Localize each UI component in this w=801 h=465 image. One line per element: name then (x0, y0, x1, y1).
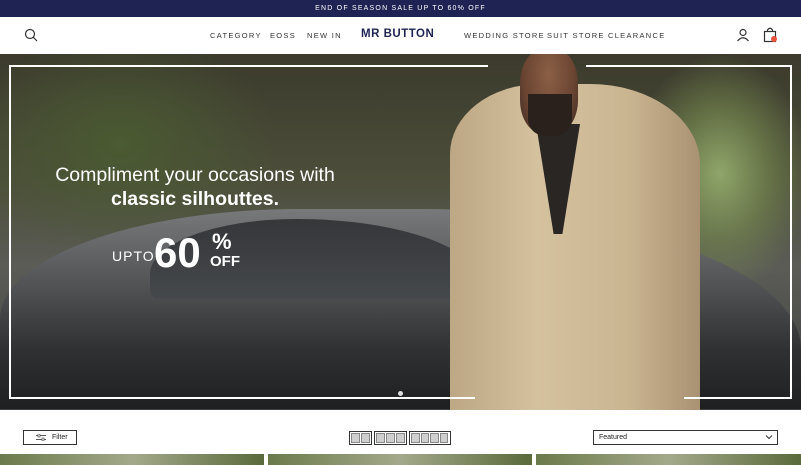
grid-cell (386, 433, 395, 443)
nav-wedding-store[interactable]: WEDDING STORE (464, 31, 545, 40)
frame-line (9, 65, 11, 399)
off-label: OFF (210, 253, 240, 270)
grid-cell (411, 433, 420, 443)
nav-suit-store[interactable]: SUIT STORE (547, 31, 605, 40)
search-icon[interactable] (24, 28, 38, 42)
account-icon[interactable] (736, 28, 750, 42)
grid-cell (351, 433, 360, 443)
upto-label: UPTO (112, 248, 155, 264)
grid-2-button[interactable] (349, 431, 372, 445)
nav-new-in[interactable]: NEW IN (307, 31, 342, 40)
grid-cell (430, 433, 439, 443)
hero-banner[interactable]: Compliment your occasions with classic s… (0, 54, 801, 410)
brand-logo[interactable]: MR BUTTON (361, 28, 434, 40)
product-card[interactable] (536, 454, 801, 465)
cart-badge (771, 36, 777, 42)
frame-line (790, 65, 792, 399)
frame-line (9, 65, 488, 67)
grid-4-button[interactable] (409, 431, 451, 445)
product-card[interactable] (268, 454, 532, 465)
site-header: CATEGORY EOSS NEW IN MR BUTTON WEDDING S… (0, 17, 801, 54)
headline-line1: Compliment your occasions with (55, 164, 335, 186)
frame-line (9, 397, 475, 399)
grid-cell (361, 433, 370, 443)
chevron-down-icon (765, 435, 773, 440)
grid-cell (396, 433, 405, 443)
percent-sign: % (212, 229, 232, 254)
grid-3-button[interactable] (374, 431, 407, 445)
headline-line2: classic silhouttes. (111, 188, 279, 210)
sort-select[interactable]: Featured (593, 430, 778, 445)
discount-value: 60 (154, 229, 201, 276)
filter-button[interactable]: Filter (23, 430, 77, 445)
product-card[interactable] (0, 454, 264, 465)
frame-line (684, 397, 792, 399)
grid-cell (376, 433, 385, 443)
grid-cell (439, 433, 448, 443)
frame-line (586, 65, 792, 67)
nav-category[interactable]: CATEGORY (210, 31, 262, 40)
nav-clearance[interactable]: CLEARANCE (608, 31, 666, 40)
slide-dot[interactable] (398, 391, 403, 396)
grid-cell (420, 433, 429, 443)
model-beard (528, 94, 572, 136)
nav-eoss[interactable]: EOSS (270, 31, 296, 40)
filter-icon (36, 434, 46, 441)
announcement-bar: END OF SEASON SALE UP TO 60% OFF (0, 0, 801, 17)
hero-headline: Compliment your occasions with classic s… (40, 163, 350, 211)
